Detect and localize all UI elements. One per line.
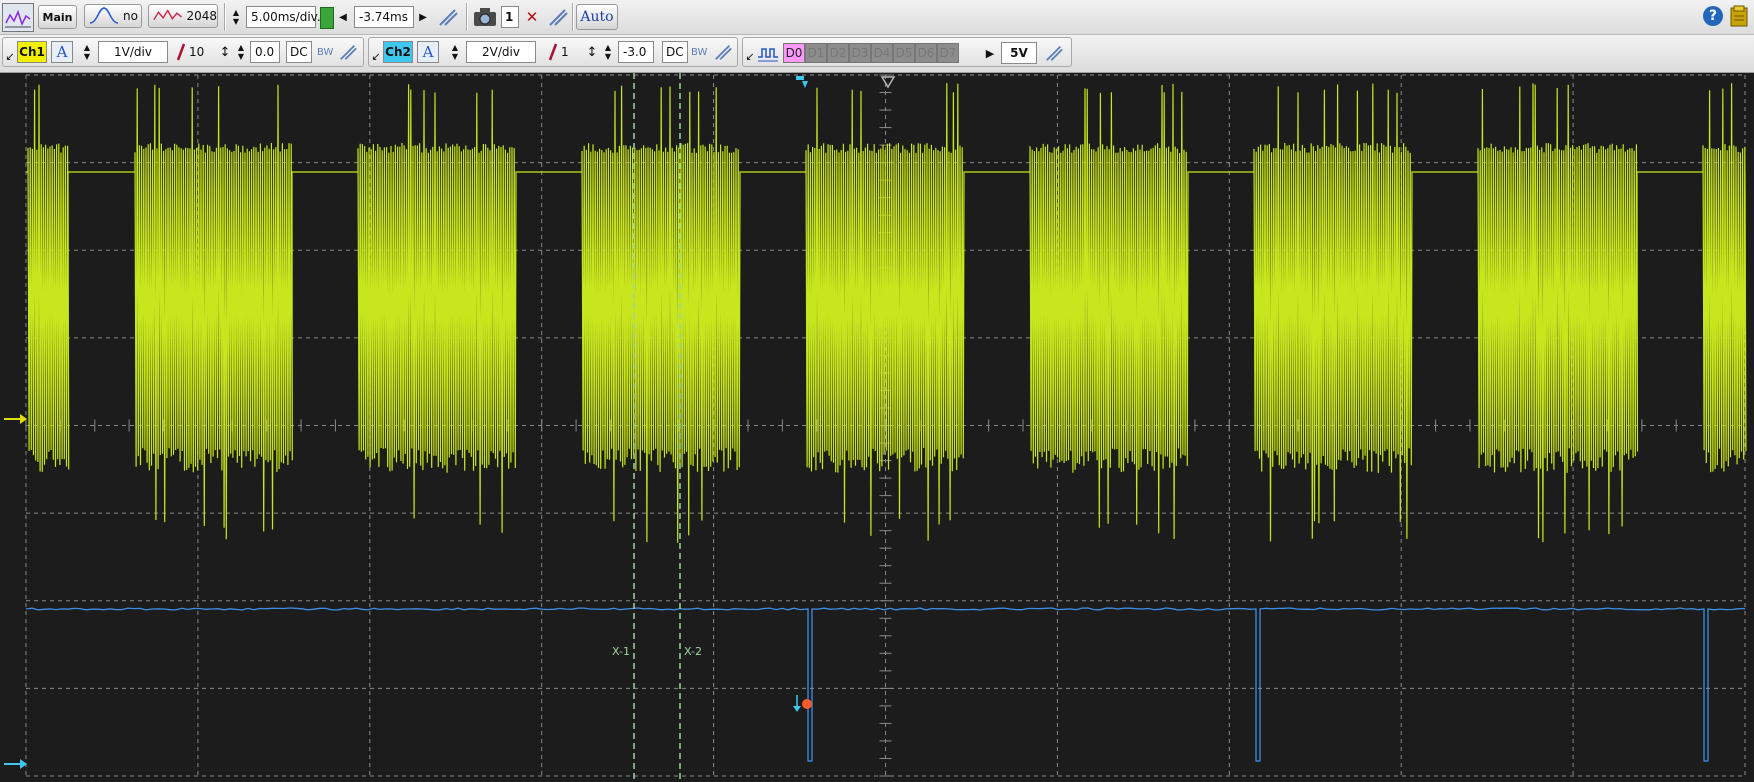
ch1-offset-value: 0.0 [255,45,275,59]
timebase-settings-icon[interactable] [436,5,460,29]
toolbar-divider [224,3,226,31]
points-value: 2048 [186,9,217,23]
ch1-settings-icon[interactable] [337,41,359,63]
ch1-coupling-button[interactable]: A [51,41,73,63]
ch1-probe-value[interactable]: 10 [189,41,204,63]
clear-capture-icon[interactable]: ✕ [523,7,541,27]
ch2-probe-value[interactable]: 1 [561,41,569,63]
capture-count-field[interactable]: 1 [501,6,519,28]
digital-channel-d0[interactable]: D0 [783,43,805,63]
ch2-volts-div-field[interactable]: 2V/div [466,41,536,63]
main-view-label: Main [42,10,73,24]
toolbar-divider [466,3,468,31]
offset-left-arrow-icon[interactable]: ◀ [338,8,348,26]
ch2-probe-icon[interactable] [547,41,559,63]
digital-channel-d1[interactable]: D1 [805,43,827,63]
ch2-label: Ch2 [385,45,411,59]
time-offset-value: -3.74ms [359,10,408,24]
digital-next-arrow-icon[interactable]: ▶ [985,43,995,63]
ch2-offset-spinner[interactable]: ▲ ▼ [603,41,613,63]
ch1-tag[interactable]: Ch1 [17,41,47,63]
ch2-offset-field[interactable]: -3.0 [618,41,654,63]
ch2-dc-label: DC [666,45,684,59]
ch1-dc-label: DC [290,45,308,59]
cursor-x2-label: X-2 [684,645,702,658]
ch1-probe-icon[interactable] [175,41,187,63]
digital-channel-d4[interactable]: D4 [871,43,893,63]
ch2-coupling-button[interactable]: A [417,41,439,63]
ch2-tag[interactable]: Ch2 [383,41,413,63]
digital-collapse-arrow-icon[interactable]: ↙ [745,50,755,63]
ch1-coupling-icon: A [56,43,68,61]
ch1-volts-spinner[interactable]: ▲ ▼ [82,41,92,63]
digital-channel-d3[interactable]: D3 [849,43,871,63]
average-icon [89,7,119,24]
main-view-button[interactable]: Main [38,5,77,29]
ch2-group: ↙ Ch2 A ▲ ▼ 2V/div 1 ↕ ▲ ▼ -3.0 DC BW [368,37,738,67]
average-value: no [123,9,138,23]
ch1-volts-div-field[interactable]: 1V/div [98,41,168,63]
trigger-position-icon[interactable] [320,7,334,29]
scope-view-icon[interactable] [2,3,34,32]
camera-icon[interactable] [472,5,498,29]
ch1-offset-spinner[interactable]: ▲ ▼ [236,41,246,63]
points-button[interactable]: 2048 [148,4,218,28]
average-button[interactable]: no [84,4,142,28]
ch1-label: Ch1 [19,45,45,59]
cursor-x1-label: X-1 [612,645,630,658]
timebase-spinner[interactable]: ▲ ▼ [231,6,241,28]
oscilloscope-display[interactable]: X-1 X-2 [0,73,1754,782]
auto-setup-label: Auto [580,9,614,25]
ch1-dc-coupling[interactable]: DC [286,41,312,63]
ch2-settings-icon[interactable] [712,41,734,63]
waveform-points-icon [153,9,182,21]
digital-channel-d6[interactable]: D6 [915,43,937,63]
ch2-volts-div-value: 2V/div [482,45,520,59]
ch2-position-spinner[interactable]: ↕ [587,41,598,63]
auto-setup-button[interactable]: Auto [576,4,618,30]
ch2-bw-limit[interactable]: BW [691,41,707,63]
digital-settings-icon[interactable] [1043,42,1065,64]
capture-count-value: 1 [505,10,514,24]
digital-channel-d5[interactable]: D5 [893,43,915,63]
digital-threshold-field[interactable]: 5V [1001,42,1037,64]
logic-analyzer-icon[interactable] [757,42,779,64]
timebase-value: 5.00ms/div. [251,10,321,24]
trigger-point-icon [802,699,812,709]
ch1-position-spinner[interactable]: ↕ [220,41,231,63]
ch2-coupling-icon: A [422,43,434,61]
timebase-field[interactable]: 5.00ms/div. [246,6,321,28]
ch1-volts-div-value: 1V/div [114,45,152,59]
ch2-volts-spinner[interactable]: ▲ ▼ [450,41,460,63]
ch1-bw-limit[interactable]: BW [317,41,333,63]
help-icon[interactable]: ? [1703,6,1723,26]
settings-icon[interactable] [1728,4,1750,28]
ch1-offset-field[interactable]: 0.0 [250,41,280,63]
ch1-group: ↙ Ch1 A ▲ ▼ 1V/div 10 ↕ ▲ ▼ 0.0 DC BW [2,37,364,67]
digital-threshold-value: 5V [1010,46,1028,60]
ch1-collapse-arrow-icon[interactable]: ↙ [5,50,15,63]
ch2-offset-value: -3.0 [623,45,647,59]
channel-toolbar: ↙ Ch1 A ▲ ▼ 1V/div 10 ↕ ▲ ▼ 0.0 DC BW ↙ Ch… [0,35,1754,73]
digital-channel-d7[interactable]: D7 [937,43,959,63]
ch2-dc-coupling[interactable]: DC [662,41,688,63]
time-offset-field[interactable]: -3.74ms [354,6,414,28]
capture-settings-icon[interactable] [546,5,570,29]
toolbar-divider [572,3,574,31]
offset-right-arrow-icon[interactable]: ▶ [418,8,428,26]
main-toolbar: Main no 2048 ▲ ▼ 5.00ms/div. ◀ -3.74ms ▶ … [0,0,1754,35]
ch2-collapse-arrow-icon[interactable]: ↙ [371,50,381,63]
digital-channel-d2[interactable]: D2 [827,43,849,63]
